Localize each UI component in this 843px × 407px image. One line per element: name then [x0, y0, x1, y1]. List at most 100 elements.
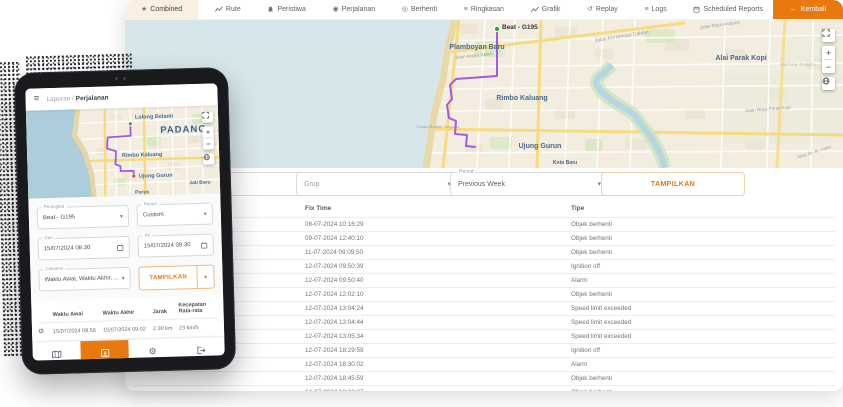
vehicle-label: Beat - G195	[502, 24, 538, 31]
tab-label: Rute	[226, 6, 241, 13]
route-start-marker	[494, 26, 499, 31]
tab-scheduled-reports[interactable]: Scheduled Reports	[683, 0, 773, 19]
period-label: Period	[142, 201, 159, 207]
star-icon: ★	[141, 6, 147, 13]
tampilkan-button[interactable]: TAMPILKAN	[139, 266, 196, 290]
report-tabs-bar: ★ Combined Rute Peristiwa ◉ Perjalanan ◎…	[125, 0, 843, 20]
route-end-marker	[132, 174, 135, 177]
tab-label: Logs	[652, 6, 667, 13]
table-row[interactable]: 12-07-2024 09:50:39Ignition off	[133, 259, 835, 273]
tampilkan-dropdown-button[interactable]: ▾	[196, 266, 214, 288]
kembali-label: Kembali	[801, 6, 826, 13]
tab-berhenti[interactable]: ◎ Berhenti	[392, 0, 447, 19]
table-row[interactable]: 12-07-2024 18:45:59Objek berhenti	[133, 371, 835, 385]
map-icon	[52, 350, 62, 359]
zoom-out-button[interactable]: −	[822, 60, 835, 73]
table-row[interactable]: 14-07-2024 18:32:27Objek berhenti	[133, 385, 835, 391]
map-label-lolong-belanti: Lolong Belanti	[135, 114, 174, 121]
fullscreen-icon	[822, 29, 830, 37]
tab-perjalanan[interactable]: ◉ Perjalanan	[323, 0, 386, 19]
table-row[interactable]: 08-07-2024 10:16:29Objek berhenti	[133, 217, 835, 231]
table-row[interactable]: 12-07-2024 18:30:02Alarm	[133, 357, 835, 371]
tab-logs[interactable]: ≡ Logs	[634, 0, 676, 19]
tipe-cell: Speed limit exceeded	[571, 305, 835, 312]
tablet-screen: ≡ Laporan / Perjalanan	[25, 83, 225, 360]
breadcrumb-separator: /	[72, 95, 74, 102]
map-label-purus: Purus	[135, 189, 150, 195]
breadcrumb-section[interactable]: Laporan	[46, 95, 70, 103]
summary-icon: ≡	[464, 6, 468, 13]
breadcrumb-page: Perjalanan	[76, 94, 109, 102]
columns-value: Waktu Awal, Waktu Akhir, ...	[45, 275, 119, 283]
period-select[interactable]: Period Previous Week ▾	[450, 172, 609, 196]
menu-icon[interactable]: ≡	[33, 94, 39, 104]
route-start-marker	[128, 122, 132, 126]
zoom-control: + −	[822, 46, 835, 73]
trip-filter-form: Perangkat Beat - G195 ▾ Period Custom ▾ …	[28, 193, 223, 300]
ke-datetime-field[interactable]: Ke 15/07/2024 09.30	[138, 234, 214, 258]
fix-time-cell: 08-07-2024 10:16:29	[305, 221, 571, 228]
table-row[interactable]: 09-07-2024 12:40:10Objek berhenti	[133, 231, 835, 245]
tab-grafik[interactable]: Grafik	[521, 0, 571, 19]
dari-value: 15/07/2024 08.30	[44, 245, 91, 252]
camera-dot	[123, 77, 126, 80]
tab-label: Peristiwa	[277, 6, 305, 13]
zoom-out-button[interactable]: −	[203, 138, 214, 149]
map-label-ujung-gurun: Ujung Gurun	[139, 173, 173, 180]
layers-button[interactable]	[822, 77, 835, 90]
tampilkan-split-button: TAMPILKAN ▾	[138, 265, 214, 291]
table-row[interactable]: 12-07-2024 13:04:44Speed limit exceeded	[133, 315, 835, 329]
dari-datetime-field[interactable]: Dari 15/07/2024 08.30	[37, 236, 130, 261]
table-row[interactable]: 12-07-2024 09:50:40Alarm	[133, 273, 835, 287]
columns-select[interactable]: Columns Waktu Awal, Waktu Akhir, ... ▾	[38, 267, 131, 292]
fix-time-cell: 12-07-2024 13:04:24	[305, 305, 571, 312]
table-row[interactable]: 12-07-2024 13:04:24Speed limit exceeded	[133, 301, 835, 315]
tipe-cell: Ignition off	[571, 263, 835, 270]
columns-label: Columns	[43, 266, 65, 272]
tampilkan-button[interactable]: TAMPILKAN	[601, 172, 745, 196]
tab-ringkasan[interactable]: ≡ Ringkasan	[454, 0, 514, 19]
gear-icon[interactable]: ⚙	[38, 328, 44, 335]
tab-rute[interactable]: Rute	[205, 0, 251, 19]
ke-label: Ke	[142, 232, 152, 238]
layers-icon	[203, 154, 210, 161]
tab-replay[interactable]: ↺ Replay	[577, 0, 628, 19]
grup-select[interactable]: Grup ▾	[296, 172, 459, 196]
nav-reports-tab[interactable]	[80, 340, 129, 361]
route-icon	[215, 6, 223, 13]
table-row[interactable]: 12-07-2024 12:02:10Objek berhenti	[133, 287, 835, 301]
tablet-device: ≡ Laporan / Perjalanan	[14, 67, 236, 375]
table-row[interactable]: 12-07-2024 18:29:59Ignition off	[133, 343, 835, 357]
map-canvas: Beat - G195 Plamboyan Baru Rimbo Kaluang…	[125, 19, 843, 168]
calendar-icon	[693, 6, 700, 13]
nav-map-tab[interactable]	[32, 341, 81, 360]
back-arrow-icon: ←	[790, 6, 797, 13]
ke-value: 15/07/2024 09.30	[144, 242, 191, 249]
tab-combined[interactable]: ★ Combined	[125, 0, 198, 19]
perangkat-select[interactable]: Perangkat Beat - G195 ▾	[37, 205, 130, 230]
logs-icon: ≡	[644, 6, 648, 13]
events-table-header: Fix Time Tipe	[133, 201, 835, 217]
kecepatan-cell: 23 km/h	[179, 324, 218, 331]
tab-peristiwa[interactable]: Peristiwa	[257, 0, 315, 19]
fix-time-cell: 12-07-2024 18:29:59	[305, 347, 571, 354]
tab-label: Ringkasan	[471, 6, 504, 13]
table-row[interactable]: 11-07-2024 09:09:50Objek berhenti	[133, 245, 835, 259]
perangkat-value: Beat - G195	[43, 214, 76, 221]
chevron-down-icon: ▾	[122, 275, 125, 282]
layers-icon	[822, 77, 830, 85]
trips-table: Waktu Awal Waktu Akhir Jarak Kecepatan R…	[31, 295, 224, 341]
fullscreen-button[interactable]	[202, 112, 213, 123]
events-table: Fix Time Tipe 08-07-2024 10:16:29Objek b…	[133, 201, 835, 391]
table-row[interactable]: 12-07-2024 13:05:34Speed limit exceeded	[133, 329, 835, 343]
tablet-map[interactable]: Lolong Belanti PADANG Rimbo Kaluang Ujun…	[26, 105, 220, 198]
calendar-icon	[117, 244, 124, 251]
zoom-in-button[interactable]: +	[202, 126, 213, 137]
desktop-map[interactable]: Beat - G195 Plamboyan Baru Rimbo Kaluang…	[125, 19, 843, 168]
fullscreen-button[interactable]	[822, 29, 835, 42]
zoom-in-button[interactable]: +	[822, 46, 835, 59]
kembali-back-button[interactable]: ← Kembali	[773, 0, 843, 19]
layers-button[interactable]	[203, 153, 214, 164]
period-select[interactable]: Period Custom ▾	[137, 203, 213, 227]
map-label-danau-buatan: Danau Buatan Cimpago	[417, 124, 460, 129]
